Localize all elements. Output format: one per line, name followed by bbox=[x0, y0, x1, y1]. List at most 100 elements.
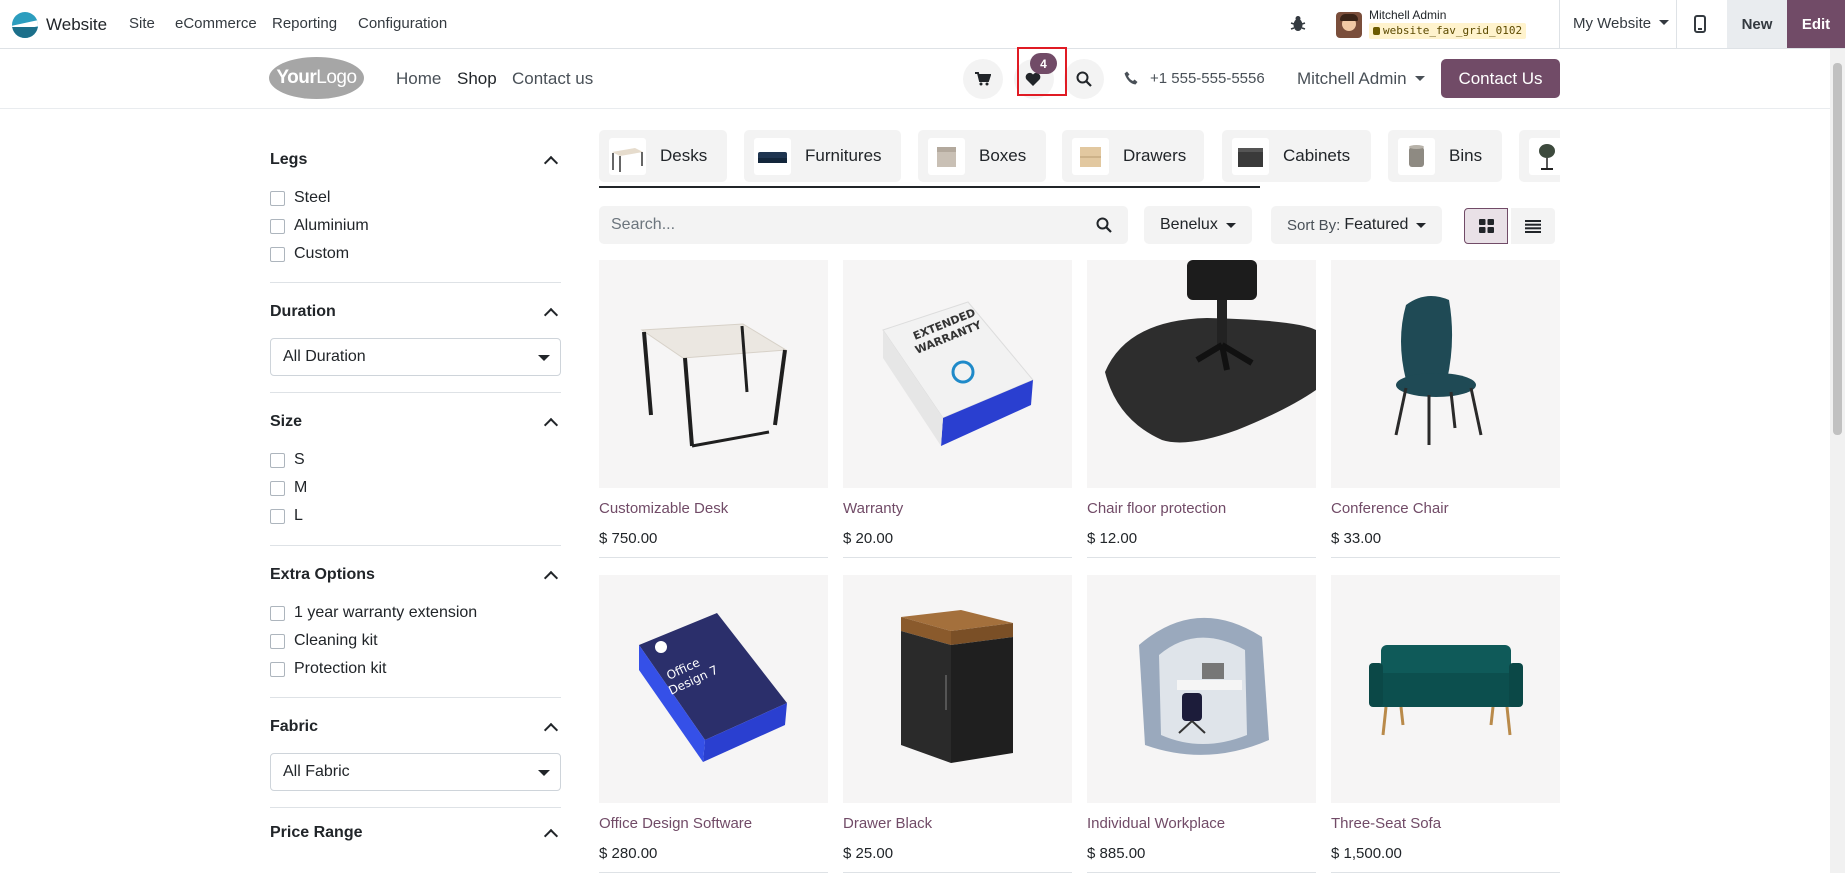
product-name[interactable]: Conference Chair bbox=[1331, 500, 1449, 517]
grid-view-button[interactable] bbox=[1464, 208, 1508, 244]
filter-option[interactable]: 1 year warranty extension bbox=[270, 604, 477, 622]
edit-button[interactable]: Edit bbox=[1787, 0, 1845, 48]
list-view-button[interactable] bbox=[1511, 208, 1555, 244]
user-avatar[interactable] bbox=[1336, 12, 1362, 38]
product-card[interactable]: Office Design 7 Office Design Software $… bbox=[599, 575, 828, 873]
nav-home[interactable]: Home bbox=[396, 69, 441, 89]
checkbox[interactable] bbox=[270, 190, 285, 206]
filter-title-size[interactable]: Size bbox=[270, 413, 302, 431]
filter-title-fabric[interactable]: Fabric bbox=[270, 718, 318, 736]
chevron-up-icon[interactable] bbox=[543, 828, 559, 844]
product-card[interactable]: Chair floor protection $ 12.00 bbox=[1087, 260, 1316, 558]
product-image[interactable] bbox=[1331, 260, 1560, 488]
page-scrollbar[interactable] bbox=[1830, 49, 1845, 873]
product-card[interactable]: Conference Chair $ 33.00 bbox=[1331, 260, 1560, 558]
divider bbox=[1087, 557, 1316, 558]
product-image[interactable] bbox=[599, 260, 828, 488]
checkbox[interactable] bbox=[270, 480, 285, 496]
category-label: Desks bbox=[660, 146, 708, 165]
website-app-icon bbox=[12, 12, 38, 38]
mobile-preview-icon[interactable] bbox=[1694, 15, 1706, 33]
product-image[interactable]: Office Design 7 bbox=[599, 575, 828, 803]
product-price: $ 25.00 bbox=[843, 845, 894, 862]
chevron-up-icon[interactable] bbox=[543, 570, 559, 586]
nav-contact-us[interactable]: Contact us bbox=[512, 69, 593, 89]
filter-option[interactable]: Steel bbox=[270, 189, 330, 207]
filter-option[interactable]: Protection kit bbox=[270, 660, 386, 678]
pricelist-dropdown[interactable]: Benelux bbox=[1144, 206, 1252, 244]
filter-title-extra-options[interactable]: Extra Options bbox=[270, 566, 375, 584]
product-search-input[interactable]: Search... bbox=[599, 206, 1128, 244]
product-card[interactable]: Individual Workplace $ 885.00 bbox=[1087, 575, 1316, 873]
filter-title-legs[interactable]: Legs bbox=[270, 151, 307, 169]
checkbox[interactable] bbox=[270, 246, 285, 262]
duration-select[interactable]: All Duration bbox=[270, 338, 561, 376]
product-image[interactable]: EXTENDED WARRANTY bbox=[843, 260, 1072, 488]
checkbox[interactable] bbox=[270, 633, 285, 649]
chevron-up-icon[interactable] bbox=[543, 155, 559, 171]
cart-button[interactable] bbox=[963, 59, 1003, 99]
filter-title-price-range[interactable]: Price Range bbox=[270, 824, 362, 842]
category-furnitures[interactable]: Furnitures bbox=[744, 130, 901, 182]
fabric-select[interactable]: All Fabric bbox=[270, 753, 561, 791]
sort-dropdown[interactable]: Sort By: Featured bbox=[1271, 206, 1443, 244]
filter-option[interactable]: S bbox=[270, 451, 305, 469]
phone-number[interactable]: +1 555-555-5556 bbox=[1150, 70, 1265, 87]
filter-option[interactable]: Custom bbox=[270, 245, 349, 263]
site-logo[interactable]: Your Logo bbox=[269, 57, 364, 99]
nav-shop[interactable]: Shop bbox=[457, 69, 497, 89]
my-website-dropdown[interactable]: My Website bbox=[1573, 15, 1670, 32]
menu-reporting[interactable]: Reporting bbox=[272, 15, 337, 32]
product-name[interactable]: Drawer Black bbox=[843, 815, 932, 832]
database-name: website_fav_grid_0102 bbox=[1383, 24, 1523, 37]
product-card[interactable]: Three-Seat Sofa $ 1,500.00 bbox=[1331, 575, 1560, 873]
sort-prefix: Sort By: bbox=[1287, 216, 1341, 234]
chevron-up-icon[interactable] bbox=[543, 722, 559, 738]
category-lamps[interactable] bbox=[1519, 130, 1560, 182]
filter-option[interactable]: M bbox=[270, 479, 307, 497]
menu-site[interactable]: Site bbox=[129, 15, 155, 32]
product-name[interactable]: Individual Workplace bbox=[1087, 815, 1225, 832]
category-drawers[interactable]: Drawers bbox=[1062, 130, 1204, 182]
chevron-up-icon[interactable] bbox=[543, 307, 559, 323]
debug-bug-icon[interactable] bbox=[1290, 15, 1306, 33]
contact-us-button[interactable]: Contact Us bbox=[1441, 59, 1560, 98]
checkbox[interactable] bbox=[270, 452, 285, 468]
scrollbar-thumb[interactable] bbox=[1833, 63, 1842, 435]
search-button[interactable] bbox=[1064, 59, 1104, 99]
category-boxes[interactable]: Boxes bbox=[918, 130, 1046, 182]
product-image[interactable] bbox=[1087, 260, 1316, 488]
filter-title-duration[interactable]: Duration bbox=[270, 303, 336, 321]
checkbox[interactable] bbox=[270, 218, 285, 234]
product-image[interactable] bbox=[843, 575, 1072, 803]
product-name[interactable]: Warranty bbox=[843, 500, 903, 517]
checkbox[interactable] bbox=[270, 661, 285, 677]
product-name[interactable]: Customizable Desk bbox=[599, 500, 728, 517]
menu-ecommerce[interactable]: eCommerce bbox=[175, 15, 257, 32]
checkbox[interactable] bbox=[270, 508, 285, 524]
product-price: $ 750.00 bbox=[599, 530, 658, 547]
category-scroll-indicator bbox=[599, 186, 1260, 188]
product-name[interactable]: Three-Seat Sofa bbox=[1331, 815, 1441, 832]
filter-option[interactable]: Cleaning kit bbox=[270, 632, 378, 650]
category-desks[interactable]: Desks bbox=[599, 130, 727, 182]
app-brand[interactable]: Website bbox=[12, 12, 107, 38]
checkbox[interactable] bbox=[270, 605, 285, 621]
product-card[interactable]: Customizable Desk $ 750.00 bbox=[599, 260, 828, 558]
product-card[interactable]: EXTENDED WARRANTY Warranty $ 20.00 bbox=[843, 260, 1072, 558]
filter-option[interactable]: L bbox=[270, 507, 303, 525]
product-image[interactable] bbox=[1087, 575, 1316, 803]
new-button[interactable]: New bbox=[1727, 0, 1787, 48]
product-name[interactable]: Chair floor protection bbox=[1087, 500, 1226, 517]
product-name[interactable]: Office Design Software bbox=[599, 815, 752, 832]
product-card[interactable]: Drawer Black $ 25.00 bbox=[843, 575, 1072, 873]
product-image[interactable] bbox=[1331, 575, 1560, 803]
filter-option[interactable]: Aluminium bbox=[270, 217, 369, 235]
category-cabinets[interactable]: Cabinets bbox=[1222, 130, 1371, 182]
search-icon[interactable] bbox=[1096, 217, 1112, 233]
user-name[interactable]: Mitchell Admin bbox=[1369, 8, 1446, 22]
menu-configuration[interactable]: Configuration bbox=[358, 15, 447, 32]
category-bins[interactable]: Bins bbox=[1388, 130, 1502, 182]
user-menu[interactable]: Mitchell Admin bbox=[1297, 69, 1425, 89]
chevron-up-icon[interactable] bbox=[543, 417, 559, 433]
